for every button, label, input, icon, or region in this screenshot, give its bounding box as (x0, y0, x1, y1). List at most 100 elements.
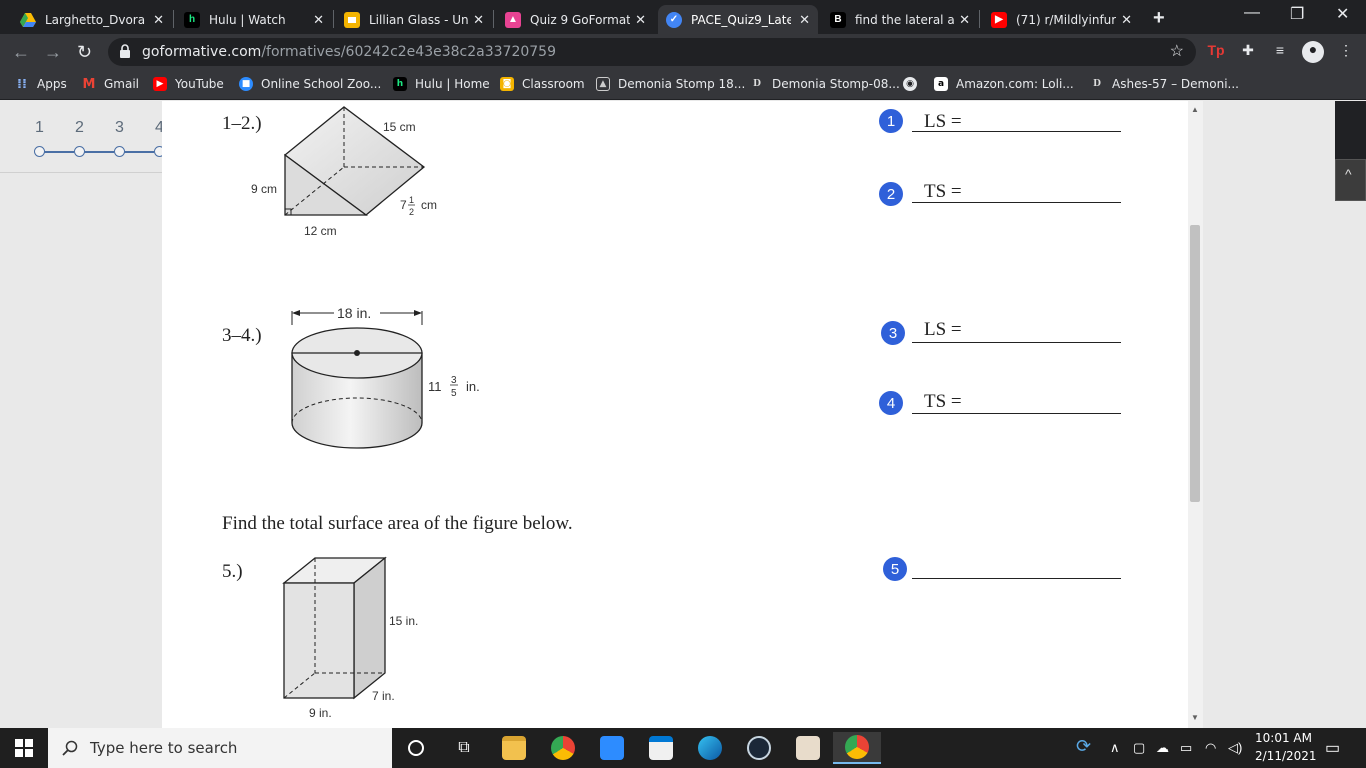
close-tab-icon[interactable]: ✕ (799, 12, 810, 28)
prism-dim-bottom: 12 cm (304, 224, 337, 238)
onedrive-icon[interactable]: ☁ (1156, 740, 1169, 756)
page-scrollbar[interactable]: ▲ ▼ (1188, 101, 1203, 728)
bookmark-demonia-1[interactable]: ▲ Demonia Stomp 18... (596, 77, 745, 91)
close-tab-icon[interactable]: ✕ (1121, 12, 1132, 28)
close-tab-icon[interactable]: ✕ (959, 12, 970, 28)
tab-7[interactable]: ▶ (71) r/Mildlyinfuriat ✕ (983, 5, 1140, 34)
start-button[interactable] (0, 728, 48, 768)
answer-blank-3[interactable] (912, 342, 1121, 343)
answer-blank-4[interactable] (912, 413, 1121, 414)
tab-4[interactable]: ▲ Quiz 9 GoFormative ✕ (497, 5, 654, 34)
bookmark-ashes[interactable]: D Ashes-57 – Demoni... (1090, 77, 1239, 91)
close-tab-icon[interactable]: ✕ (313, 12, 324, 28)
cylinder-height-whole: 11 (428, 379, 442, 394)
question-dot[interactable] (74, 146, 85, 157)
close-tab-icon[interactable]: ✕ (473, 12, 484, 28)
box-dim-height: 15 in. (389, 614, 418, 628)
chevron-up-icon[interactable]: ^ (1345, 166, 1352, 182)
notifications-icon[interactable]: ▭ (1325, 738, 1340, 758)
demonia-icon: D (753, 79, 761, 89)
extension-tp-icon[interactable]: Tp (1206, 42, 1226, 62)
tab-title: find the lateral and (855, 12, 955, 27)
google-drive-icon (20, 12, 36, 28)
answer-badge-1[interactable]: 1 (879, 109, 903, 133)
media-queue-icon[interactable]: ≡ (1270, 42, 1290, 62)
instruction-text: Find the total surface area of the figur… (222, 513, 573, 534)
new-tab-icon[interactable]: + (1153, 7, 1165, 30)
bookmark-apps[interactable]: ⁞⁞ Apps (15, 77, 67, 92)
store-icon[interactable] (637, 732, 685, 764)
task-view-icon[interactable]: ⧉ (440, 732, 488, 764)
puzzle-extensions-icon[interactable]: ✚ (1238, 42, 1258, 62)
minimize-icon[interactable]: — (1244, 4, 1260, 22)
tab-3[interactable]: Lillian Glass - Unit ✕ (336, 5, 492, 34)
taskbar-search[interactable]: Type here to search (48, 728, 392, 768)
box-dim-depth: 7 in. (372, 689, 395, 703)
answer-blank-1[interactable] (912, 131, 1121, 132)
edge-icon[interactable] (686, 732, 734, 764)
answer-badge-2[interactable]: 2 (879, 182, 903, 206)
side-panel-widget[interactable]: ^ (1335, 101, 1366, 202)
question-dot[interactable] (114, 146, 125, 157)
clock-time[interactable]: 10:01 AM (1255, 731, 1312, 745)
menu-dots-icon[interactable]: ⋮ (1336, 42, 1356, 62)
question-number[interactable]: 2 (75, 119, 84, 137)
tab-1[interactable]: Larghetto_Dvorak ✕ (12, 5, 172, 34)
bookmark-star-icon[interactable]: ☆ (1170, 41, 1184, 61)
bookmark-amazon[interactable]: a Amazon.com: Loli... (934, 77, 1074, 91)
chrome-active-icon[interactable] (833, 732, 881, 764)
bookmark-gmail[interactable]: M Gmail (82, 76, 139, 92)
restore-icon[interactable]: ❐ (1290, 4, 1304, 24)
answer-badge-3[interactable]: 3 (881, 321, 905, 345)
clock-date[interactable]: 2/11/2021 (1255, 749, 1317, 763)
bookmark-youtube[interactable]: ▶ YouTube (153, 77, 224, 91)
anime-app-icon[interactable] (784, 732, 832, 764)
question-number[interactable]: 1 (35, 119, 44, 137)
chrome-icon[interactable] (539, 732, 587, 764)
battery-icon[interactable]: ▭ (1180, 740, 1192, 756)
zoom-app-icon[interactable] (588, 732, 636, 764)
close-tab-icon[interactable]: ✕ (635, 12, 646, 28)
close-window-icon[interactable]: ✕ (1336, 4, 1349, 24)
back-icon[interactable]: ← (12, 42, 30, 63)
profile-avatar[interactable]: ● (1302, 41, 1324, 63)
scroll-thumb[interactable] (1190, 225, 1200, 502)
answer-label-3: LS = (924, 319, 962, 340)
question-dot[interactable] (34, 146, 45, 157)
meet-now-icon[interactable]: ▢ (1133, 740, 1145, 756)
forward-icon[interactable]: → (44, 42, 62, 63)
demonia-icon: D (1093, 79, 1101, 89)
close-tab-icon[interactable]: ✕ (153, 12, 164, 28)
scroll-up-icon[interactable]: ▲ (1191, 105, 1199, 114)
answer-badge-5[interactable]: 5 (883, 557, 907, 581)
answer-label-2: TS = (924, 181, 962, 202)
zoom-icon: ■ (239, 77, 253, 91)
answer-blank-5[interactable] (912, 578, 1121, 579)
bookmark-hulu[interactable]: h Hulu | Home (393, 77, 490, 91)
update-icon[interactable]: ⟳ (1076, 736, 1091, 757)
prism-dim-right-whole: 7 (400, 198, 407, 212)
bookmark-globe[interactable]: ◉ (903, 77, 925, 91)
file-explorer-icon[interactable] (490, 732, 538, 764)
volume-icon[interactable]: ◁) (1228, 740, 1242, 756)
cylinder-figure: 18 in. 11 3 5 in. (291, 305, 480, 449)
bookmark-demonia-2[interactable]: D Demonia Stomp-08... (750, 77, 900, 91)
cortana-icon[interactable] (392, 732, 440, 764)
reload-icon[interactable]: ↻ (77, 42, 92, 63)
chevron-up-tray-icon[interactable]: ∧ (1110, 740, 1120, 756)
question-number[interactable]: 3 (115, 119, 124, 137)
scroll-down-icon[interactable]: ▼ (1191, 713, 1199, 722)
gmail-icon: M (82, 76, 96, 92)
wifi-icon[interactable]: ◠ (1205, 740, 1216, 756)
answer-blank-2[interactable] (912, 202, 1121, 203)
bookmark-zoom[interactable]: ■ Online School Zoo... (239, 77, 381, 91)
address-bar[interactable]: goformative.com/formatives/60242c2e43e38… (108, 38, 1196, 66)
steam-icon[interactable] (735, 732, 783, 764)
youtube-icon: ▶ (991, 11, 1007, 28)
tab-5-active[interactable]: ✓ PACE_Quiz9_Lateral ✕ (658, 5, 818, 34)
tab-6[interactable]: B find the lateral and ✕ (822, 5, 978, 34)
globe-icon: ◉ (903, 77, 917, 91)
tab-2[interactable]: h Hulu | Watch ✕ (176, 5, 332, 34)
bookmark-classroom[interactable]: ◙ Classroom (500, 77, 585, 91)
answer-badge-4[interactable]: 4 (879, 391, 903, 415)
